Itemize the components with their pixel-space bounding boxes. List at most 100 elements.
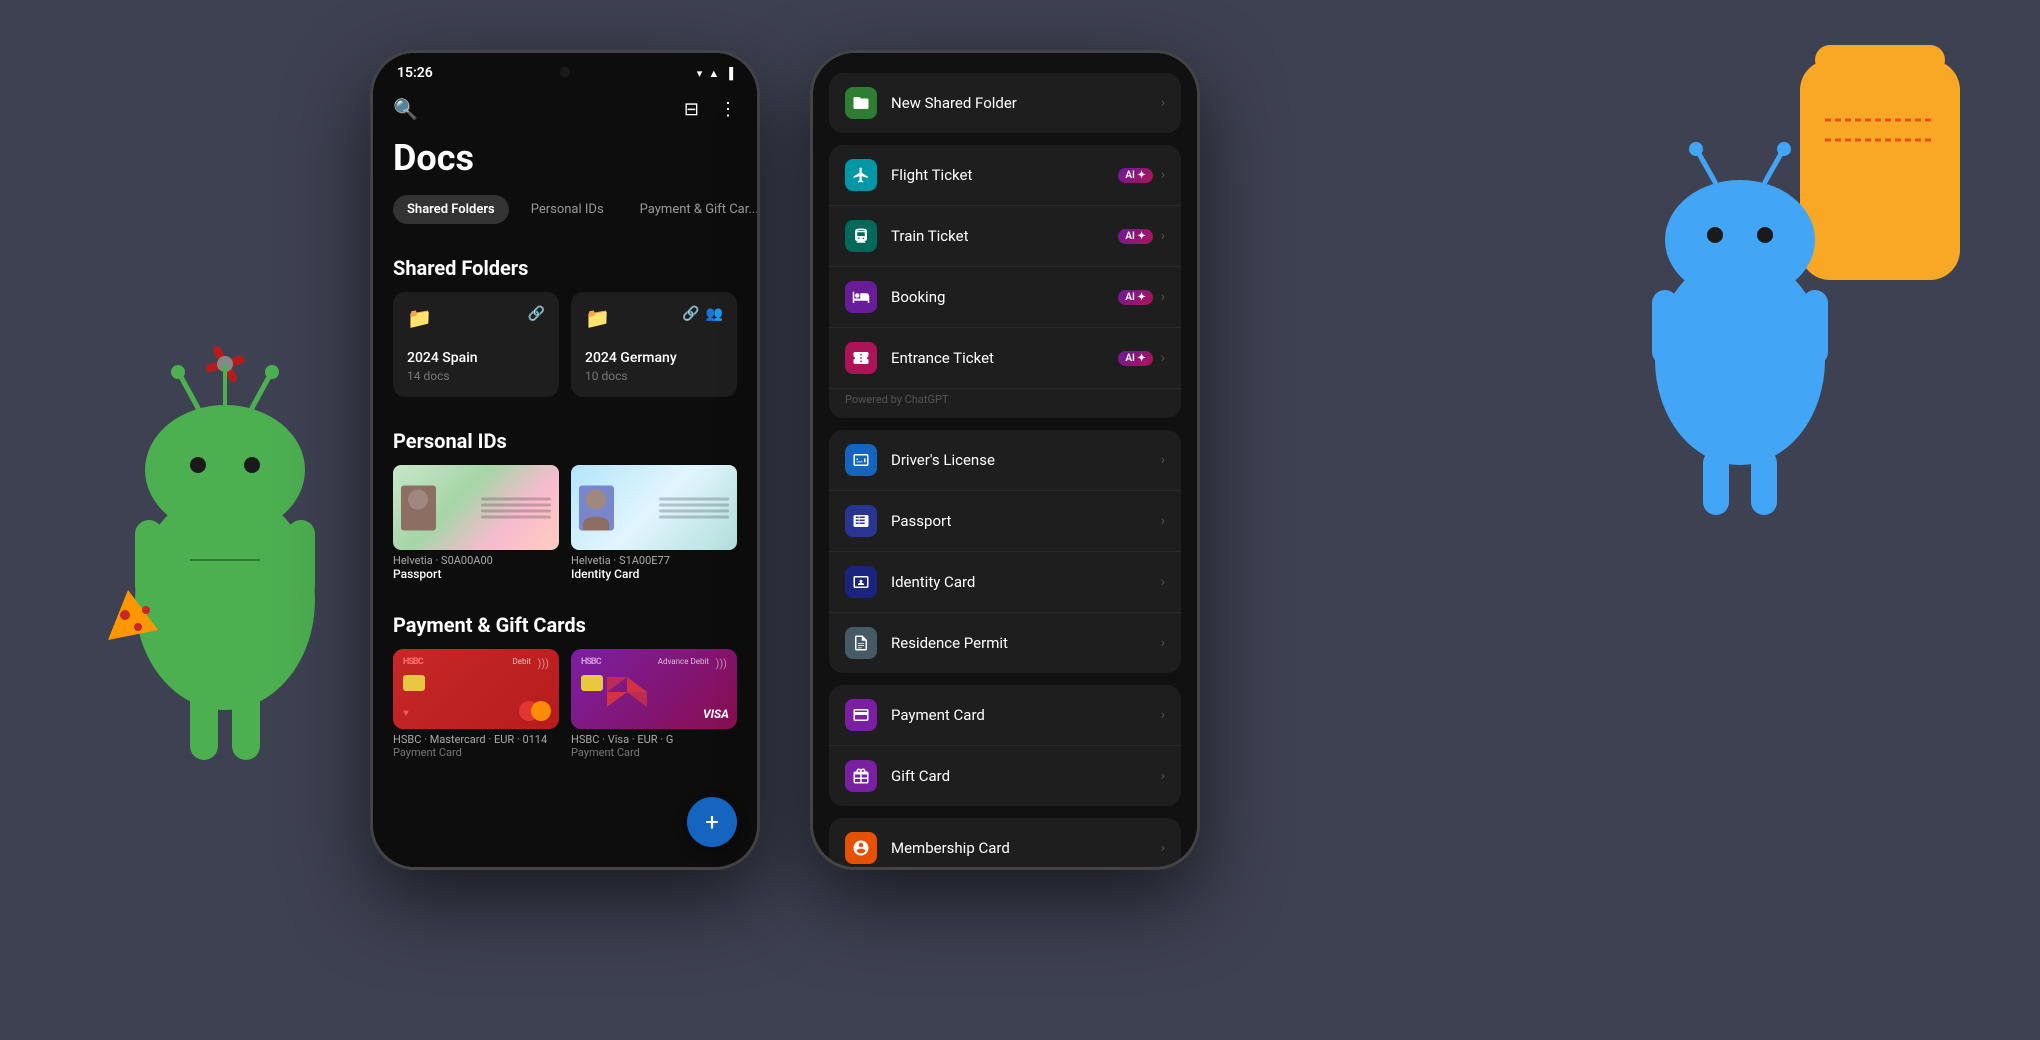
gift-card-icon — [845, 760, 877, 792]
menu-item-passport[interactable]: Passport › — [829, 491, 1181, 552]
payment-cards-title: Payment & Gift Cards — [373, 597, 757, 649]
tab-payment[interactable]: Payment & Gift Car... — [626, 195, 757, 224]
battery-icon: ▐ — [725, 67, 733, 80]
passport-menu-label: Passport — [891, 512, 1161, 530]
chevron-payment: › — [1161, 707, 1165, 723]
menu-item-payment-card[interactable]: Payment Card › — [829, 685, 1181, 746]
folder-count-2: 10 docs — [585, 369, 723, 383]
status-icons: ▾ ▲ ▐ — [697, 67, 733, 80]
chevron-residence: › — [1161, 635, 1165, 651]
ids-grid: Helvetia · S0A00A00 Passport — [373, 465, 757, 581]
payment-card-mastercard[interactable]: HSBC Debit ))) ♥ HSBC · — [393, 649, 559, 759]
menu-section-ids: Driver's License › Passport › Identity C… — [829, 430, 1181, 673]
folder-name: 2024 Spain — [407, 350, 545, 366]
id-card-passport[interactable]: Helvetia · S0A00A00 Passport — [393, 465, 559, 581]
identity-photo — [579, 485, 614, 530]
phone-frame-left: 15:26 ▾ ▲ ▐ 🔍 ⊟ ⋮ Docs Shared Folders — [370, 50, 760, 870]
booking-label: Booking — [891, 288, 1118, 306]
menu-item-entrance[interactable]: Entrance Ticket AI ✦ › — [829, 328, 1181, 389]
tab-shared-folders[interactable]: Shared Folders — [393, 195, 509, 224]
chevron-entrance: › — [1161, 350, 1165, 366]
tabs-bar: Shared Folders Personal IDs Payment & Gi… — [373, 195, 757, 240]
menu-item-membership[interactable]: Membership Card › — [829, 818, 1181, 867]
folder-name-2: 2024 Germany — [585, 350, 723, 366]
ai-badge-train: AI ✦ — [1118, 229, 1152, 244]
identity-card-icon — [845, 566, 877, 598]
card-heart: ♥ — [403, 708, 409, 719]
identity-lines — [659, 497, 729, 518]
camera-notch — [560, 67, 570, 77]
link-icon[interactable]: 🔗 — [528, 306, 545, 322]
train-icon — [845, 220, 877, 252]
passport-image — [393, 465, 559, 550]
identity-code: Helvetia · S1A00E77 — [571, 554, 737, 567]
chevron-train: › — [1161, 228, 1165, 244]
page-title: Docs — [393, 137, 737, 179]
mastercard-visual: HSBC Debit ))) ♥ — [393, 649, 559, 729]
signal-icon: ▲ — [708, 67, 719, 80]
phone-screen-left: 15:26 ▾ ▲ ▐ 🔍 ⊟ ⋮ Docs Shared Folders — [373, 53, 757, 867]
fab-plus-icon: + — [705, 808, 719, 836]
menu-item-identity-card[interactable]: Identity Card › — [829, 552, 1181, 613]
mastercard-name: HSBC · Mastercard · EUR · 0114 — [393, 733, 559, 746]
chevron-flight: › — [1161, 167, 1165, 183]
menu-section-travel: Flight Ticket AI ✦ › Train Ticket AI ✦ › — [829, 145, 1181, 418]
folder-card-header-2: 📁 🔗 👥 — [585, 306, 723, 330]
card-chip-2 — [581, 675, 603, 691]
menu-item-gift-card[interactable]: Gift Card › — [829, 746, 1181, 806]
link-icon-2[interactable]: 🔗 — [682, 306, 699, 322]
menu-item-residence-permit[interactable]: Residence Permit › — [829, 613, 1181, 673]
android-mascot-left — [50, 180, 400, 880]
new-folder-icon — [845, 87, 877, 119]
flight-icon — [845, 159, 877, 191]
folder-icon: 📁 — [407, 306, 432, 330]
folder-count: 14 docs — [407, 369, 545, 383]
share-icon[interactable]: 👥 — [706, 306, 723, 322]
id-card-identity[interactable]: Helvetia · S1A00E77 Identity Card — [571, 465, 737, 581]
scroll-content: Shared Folders 📁 🔗 2024 Spain 14 docs — [373, 240, 757, 867]
entrance-icon — [845, 342, 877, 374]
more-icon[interactable]: ⋮ — [719, 99, 737, 120]
folder-card-spain[interactable]: 📁 🔗 2024 Spain 14 docs — [393, 292, 559, 397]
booking-icon — [845, 281, 877, 313]
identity-card-label: Identity Card — [891, 573, 1161, 591]
ai-badge-text: AI ✦ — [1125, 170, 1145, 181]
payment-card-icon — [845, 699, 877, 731]
folder-card-germany[interactable]: 📁 🔗 👥 2024 Germany 10 docs — [571, 292, 737, 397]
search-icon[interactable]: 🔍 — [393, 97, 418, 121]
nfc-icon-2: ))) — [716, 657, 728, 670]
mastercard-type: Payment Card — [393, 746, 559, 759]
menu-section-membership: Membership Card › Loyalty Card › — [829, 818, 1181, 867]
drivers-license-icon — [845, 444, 877, 476]
entrance-label: Entrance Ticket — [891, 349, 1118, 367]
chevron-membership: › — [1161, 840, 1165, 856]
layout-icon[interactable]: ⊟ — [684, 99, 699, 120]
ai-badge-flight: AI ✦ — [1118, 168, 1152, 183]
powered-by-text: Powered by ChatGPT — [829, 389, 1181, 418]
mastercard-circles — [519, 701, 551, 721]
folder-card-header: 📁 🔗 — [407, 306, 545, 330]
payment-card-visa[interactable]: HSBC Advance Debit ))) VISA — [571, 649, 737, 759]
menu-item-flight[interactable]: Flight Ticket AI ✦ › — [829, 145, 1181, 206]
chevron-passport: › — [1161, 513, 1165, 529]
residence-permit-label: Residence Permit — [891, 634, 1161, 652]
hsbc-logo-2: HSBC — [581, 657, 601, 667]
payment-card-label: Payment Card — [891, 706, 1161, 724]
menu-item-train[interactable]: Train Ticket AI ✦ › — [829, 206, 1181, 267]
personal-ids-title: Personal IDs — [373, 413, 757, 465]
menu-item-drivers-license[interactable]: Driver's License › — [829, 430, 1181, 491]
menu-item-new-folder[interactable]: New Shared Folder › — [829, 73, 1181, 133]
train-label: Train Ticket — [891, 227, 1118, 245]
tab-personal-ids[interactable]: Personal IDs — [517, 195, 618, 224]
menu-item-booking[interactable]: Booking AI ✦ › — [829, 267, 1181, 328]
card-type-advance: Advance Debit — [658, 657, 709, 666]
phone-frame-right: New Shared Folder › Flight Ticket AI ✦ › — [810, 50, 1200, 870]
nfc-icon-1: ))) — [538, 657, 550, 670]
passport-code: Helvetia · S0A00A00 — [393, 554, 559, 567]
chevron-gift: › — [1161, 768, 1165, 784]
fab-button[interactable]: + — [687, 797, 737, 847]
shared-folders-title: Shared Folders — [373, 240, 757, 292]
android-mascot-right — [1540, 0, 2000, 660]
new-folder-label: New Shared Folder — [891, 94, 1161, 112]
card-type-debit: Debit — [512, 657, 531, 666]
